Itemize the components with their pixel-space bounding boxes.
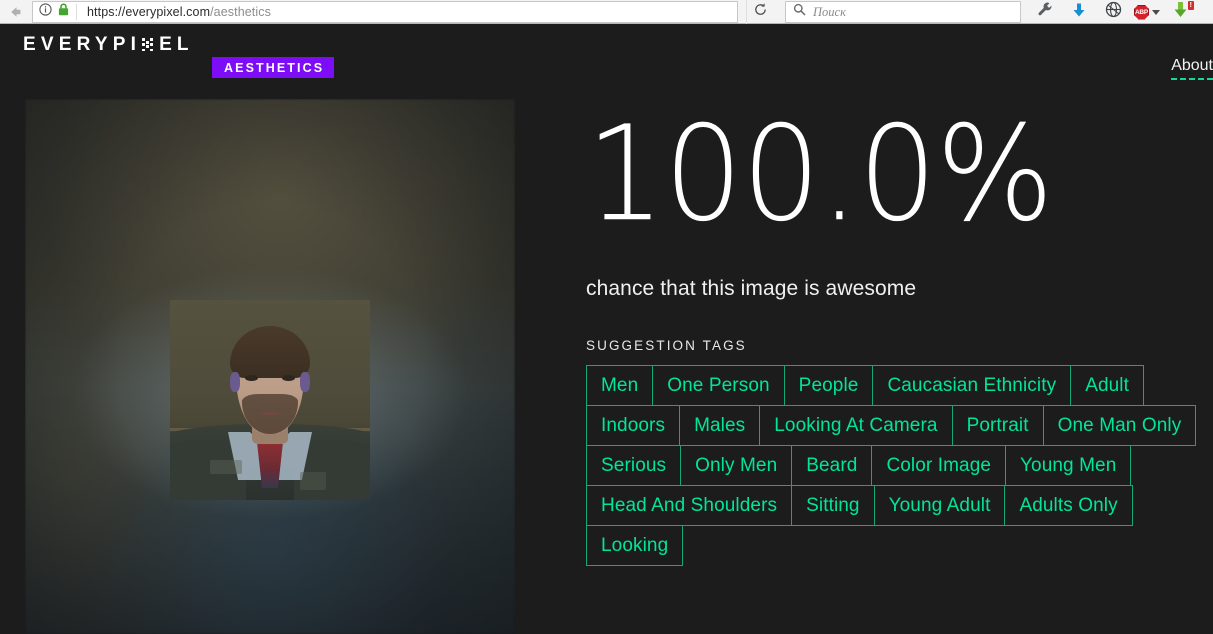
page-content: EVERYPI EL AESTHETICS About 100.0% chanc… (0, 24, 1213, 634)
adblock-plus-icon: ABP (1134, 4, 1149, 20)
browser-chrome: https://everypixel.com/aesthetics Поиск (0, 0, 1213, 24)
site-identity-box[interactable] (39, 3, 77, 21)
info-circle-icon[interactable] (39, 3, 52, 21)
score-caption: chance that this image is awesome (586, 277, 917, 300)
suggestion-tag[interactable]: Head And Shoulders (586, 485, 793, 526)
about-link[interactable]: About (1171, 57, 1213, 80)
suggestion-tag[interactable]: One Person (652, 365, 785, 406)
suggestion-tags-label: SUGGESTION TAGS (586, 338, 747, 353)
suggestion-tag[interactable]: Adults Only (1004, 485, 1133, 526)
site-logo[interactable]: EVERYPI EL (23, 34, 194, 56)
url-path: /aesthetics (210, 5, 271, 19)
back-button[interactable] (0, 0, 30, 24)
download-button[interactable] (1062, 0, 1096, 24)
suggestion-tag[interactable]: Young Adult (873, 485, 1006, 526)
reload-button[interactable] (746, 0, 774, 24)
suggestion-tag[interactable]: Caucasian Ethnicity (872, 365, 1072, 406)
search-input-placeholder[interactable]: Поиск (813, 5, 846, 20)
suggestion-tag[interactable]: Beard (791, 445, 873, 486)
logo-text-right: EL (159, 34, 194, 55)
search-icon (793, 3, 806, 21)
suggestion-tag[interactable]: Sitting (791, 485, 875, 526)
download-arrow-icon (1071, 2, 1087, 23)
suggestion-tag[interactable]: Adult (1070, 365, 1145, 406)
wrench-icon (1037, 1, 1054, 23)
pixel-x-icon (142, 38, 155, 52)
suggestion-tag[interactable]: Only Men (680, 445, 793, 486)
suggestion-tags-list: Men One Person People Caucasian Ethnicity Ad… (586, 365, 1198, 566)
wrench-button[interactable] (1028, 0, 1062, 24)
url-domain: https://everypixel.com (87, 5, 211, 19)
image-preview-panel[interactable] (25, 99, 515, 634)
chevron-down-icon[interactable] (1152, 9, 1160, 15)
globe-button[interactable] (1096, 0, 1130, 24)
suggestion-tag[interactable]: One Man Only (1042, 405, 1197, 446)
aesthetics-score: 100.0% (586, 98, 1054, 252)
url-text: https://everypixel.com/aesthetics (87, 5, 271, 19)
downloads-button[interactable]: ! (1164, 0, 1198, 24)
analyzed-photo[interactable] (170, 300, 370, 500)
suggestion-tag[interactable]: Looking At Camera (759, 405, 953, 446)
logo-text-left: EVERYPI (23, 34, 142, 55)
aesthetics-badge[interactable]: AESTHETICS (212, 57, 335, 78)
suggestion-tag[interactable]: Portrait (951, 405, 1044, 446)
back-arrow-icon (7, 4, 23, 20)
suggestion-tag[interactable]: Males (679, 405, 761, 446)
downloads-icon (1173, 1, 1189, 23)
results-panel: 100.0% chance that this image is awesome… (586, 98, 1206, 566)
adblock-plus-button[interactable]: ABP (1130, 0, 1164, 24)
suggestion-tag[interactable]: Serious (586, 445, 682, 486)
url-bar[interactable]: https://everypixel.com/aesthetics (32, 1, 738, 23)
padlock-icon[interactable] (58, 3, 69, 21)
search-bar[interactable]: Поиск (785, 1, 1021, 23)
globe-icon (1105, 1, 1122, 23)
site-header: EVERYPI EL AESTHETICS About (0, 24, 1213, 80)
suggestion-tag[interactable]: Looking (586, 525, 684, 566)
suggestion-tag[interactable]: Indoors (586, 405, 681, 446)
suggestion-tag[interactable]: Young Men (1005, 445, 1132, 486)
browser-toolbar: ABP ! (1028, 0, 1198, 24)
download-badge: ! (1187, 1, 1194, 10)
suggestion-tag[interactable]: Color Image (871, 445, 1007, 486)
reload-icon (753, 2, 768, 22)
suggestion-tag[interactable]: Men (586, 365, 654, 406)
suggestion-tag[interactable]: People (783, 365, 874, 406)
